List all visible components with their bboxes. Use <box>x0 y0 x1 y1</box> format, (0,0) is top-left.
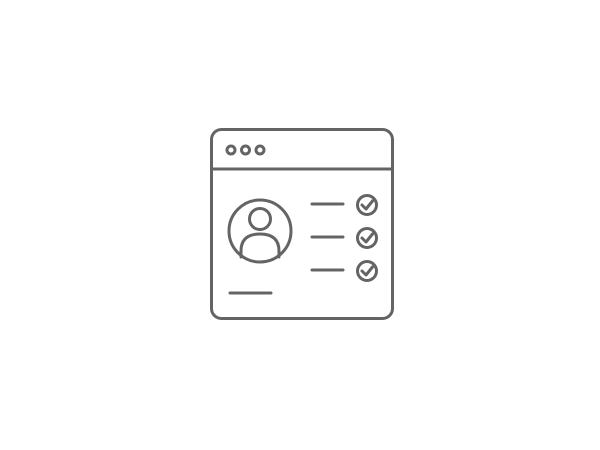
window-dot-icon <box>225 144 237 156</box>
check-circle-icon <box>356 194 378 216</box>
check-circle-icon <box>356 227 378 249</box>
check-mark-icon <box>360 199 374 211</box>
browser-window-frame <box>210 128 394 320</box>
check-mark-icon <box>360 232 374 244</box>
illustration-canvas <box>0 0 600 450</box>
checklist-item <box>310 227 378 249</box>
check-circle-icon <box>356 260 378 282</box>
window-dot-icon <box>254 144 266 156</box>
avatar-icon <box>227 198 293 264</box>
checklist <box>310 194 378 282</box>
check-mark-icon <box>360 265 374 277</box>
window-dot-icon <box>240 144 251 156</box>
avatar-head <box>248 207 272 231</box>
checklist-item <box>310 260 378 282</box>
window-controls <box>225 144 266 156</box>
checklist-item <box>310 194 378 216</box>
avatar-shoulders <box>239 232 281 259</box>
user-profile-window-icon <box>210 128 394 320</box>
